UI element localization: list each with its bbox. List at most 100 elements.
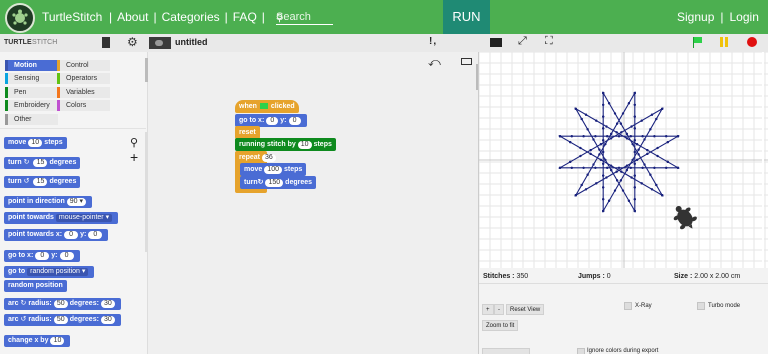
stitch-dot: [655, 183, 658, 187]
block-go-to-xy[interactable]: go to x: 0 y: 0: [4, 250, 80, 262]
zoom-in-button[interactable]: +: [482, 304, 494, 315]
xray-checkbox[interactable]: [624, 302, 632, 310]
stitch-dot: [605, 176, 608, 179]
stitch-dot: [558, 166, 562, 169]
stitch-dot: [666, 160, 669, 164]
info-divider: [479, 283, 768, 284]
stitch-dot: [661, 107, 664, 110]
stitch-dot: [602, 209, 605, 213]
block-random-position[interactable]: random position: [4, 280, 67, 292]
reset-view-button[interactable]: Reset View: [506, 304, 545, 315]
brand-link[interactable]: TurtleStitch: [42, 10, 102, 24]
category-motion[interactable]: Motion: [5, 60, 58, 71]
make-block-icon[interactable]: +: [130, 149, 138, 165]
script-running-stitch[interactable]: running stitch by 10 steps: [235, 138, 336, 151]
stitch-dot: [633, 162, 636, 165]
settings-gear-icon[interactable]: ⚙: [127, 35, 138, 49]
stitch-dot: [605, 125, 608, 128]
stitch-dot: [569, 140, 572, 144]
green-flag-icon[interactable]: [693, 37, 702, 48]
category-embroidery[interactable]: Embroidery: [5, 100, 58, 111]
ignore-colors-checkbox[interactable]: [577, 348, 585, 354]
login-link[interactable]: Login: [730, 10, 759, 24]
ignore-colors-label: Ignore colors during export: [587, 348, 659, 354]
stitch-dot: [610, 132, 613, 135]
stitch-dot: [613, 189, 617, 192]
keyboard-icon[interactable]: [461, 58, 472, 65]
stage-canvas[interactable]: [478, 52, 768, 268]
stitch-dot: [641, 166, 644, 169]
category-pen[interactable]: Pen: [5, 87, 58, 98]
search-blocks-icon[interactable]: ⚲: [130, 136, 138, 149]
export-button[interactable]: [482, 348, 530, 354]
block-point-in-direction[interactable]: point in direction 90 ▾: [4, 196, 93, 208]
turbo-mode-checkbox[interactable]: [697, 302, 705, 310]
block-go-to[interactable]: go to random position ▾: [4, 266, 95, 278]
nav-link-about[interactable]: About: [117, 10, 148, 24]
block-palette: Motion Control Sensing Operators Pen Var…: [0, 52, 148, 354]
block-arc-right[interactable]: arc ↻ radius: 50 degrees: 30: [4, 298, 121, 310]
stitch-dot: [599, 158, 602, 161]
zoom-out-button[interactable]: -: [494, 304, 504, 315]
block-turn-left[interactable]: turn ↺ 15 degrees: [4, 176, 81, 188]
category-control[interactable]: Control: [57, 60, 110, 71]
stage-speed-icon[interactable]: !,: [429, 36, 437, 47]
stitch-dot: [602, 162, 605, 165]
stitch-dot: [558, 135, 562, 138]
stitch-dot: [595, 182, 598, 185]
stitch-dot: [606, 166, 609, 169]
stitch-dot: [637, 153, 640, 156]
stitch-dot: [629, 135, 632, 138]
auth-separator: |: [720, 10, 724, 24]
file-menu-icon[interactable]: [102, 37, 110, 48]
stop-icon[interactable]: [747, 37, 757, 47]
zoom-to-fit-button[interactable]: Zoom to fit: [482, 320, 519, 331]
signup-link[interactable]: Signup: [677, 10, 714, 24]
script-when-flag-clicked[interactable]: when clicked: [235, 100, 299, 113]
stitch-dot: [650, 113, 654, 116]
toolbar-logo[interactable]: TURTLE: [4, 39, 32, 46]
category-variables[interactable]: Variables: [57, 87, 110, 98]
run-button[interactable]: RUN: [443, 0, 490, 34]
category-other[interactable]: Other: [5, 114, 58, 125]
block-point-towards[interactable]: point towards mouse-pointer ▾: [4, 212, 119, 224]
category-sensing[interactable]: Sensing: [5, 73, 58, 84]
category-operators[interactable]: Operators: [57, 73, 110, 84]
normal-stage-icon[interactable]: [490, 38, 502, 47]
nav-link-faq[interactable]: FAQ: [233, 10, 257, 24]
pause-icon[interactable]: [720, 37, 729, 47]
block-turn-right[interactable]: turn ↻ 15 degrees: [4, 157, 81, 169]
stage-scrollbar[interactable]: [762, 52, 764, 268]
costume-thumbnail-icon[interactable]: [149, 37, 171, 49]
block-change-x[interactable]: change x by 10: [4, 335, 71, 347]
stitch-dot: [582, 166, 585, 169]
stitch-dot: [589, 149, 592, 152]
script-turn[interactable]: turn↻ 150 degrees: [240, 176, 317, 189]
block-move[interactable]: move 10 steps: [4, 137, 67, 149]
stitch-dot: [584, 188, 588, 191]
stitch-dot: [598, 153, 601, 156]
script-move[interactable]: move 100 steps: [240, 163, 307, 176]
category-colors[interactable]: Colors: [57, 100, 110, 111]
fullscreen-icon[interactable]: ⤢: [518, 35, 527, 48]
turtlestitch-logo-icon[interactable]: [5, 3, 35, 33]
stitch-dot: [653, 135, 656, 138]
stitch-dot: [580, 183, 583, 187]
nav-separator: |: [109, 10, 113, 24]
undo-icon[interactable]: ⤺: [428, 55, 441, 70]
project-title: untitled: [175, 37, 208, 47]
stitch-dot: [617, 135, 621, 138]
stitch-dot: [629, 166, 632, 169]
stitch-dot: [643, 163, 646, 166]
stitch-dot: [633, 150, 636, 154]
stitch-dot: [661, 194, 664, 197]
stitch-dot: [602, 115, 605, 118]
nav-link-categories[interactable]: Categories: [162, 10, 220, 24]
search-input[interactable]: [276, 10, 333, 25]
block-arc-left[interactable]: arc ↺ radius: 50 degrees: 30: [4, 314, 121, 326]
stitch-dot: [574, 194, 577, 197]
block-point-towards-xy[interactable]: point towards x: 0 y: 0: [4, 229, 109, 241]
stitch-dot: [616, 179, 619, 182]
expand-stage-icon[interactable]: ⛶: [545, 35, 553, 48]
script-area[interactable]: ⤺ when clicked go to x: 0 y: 0 reset running…: [148, 52, 478, 354]
